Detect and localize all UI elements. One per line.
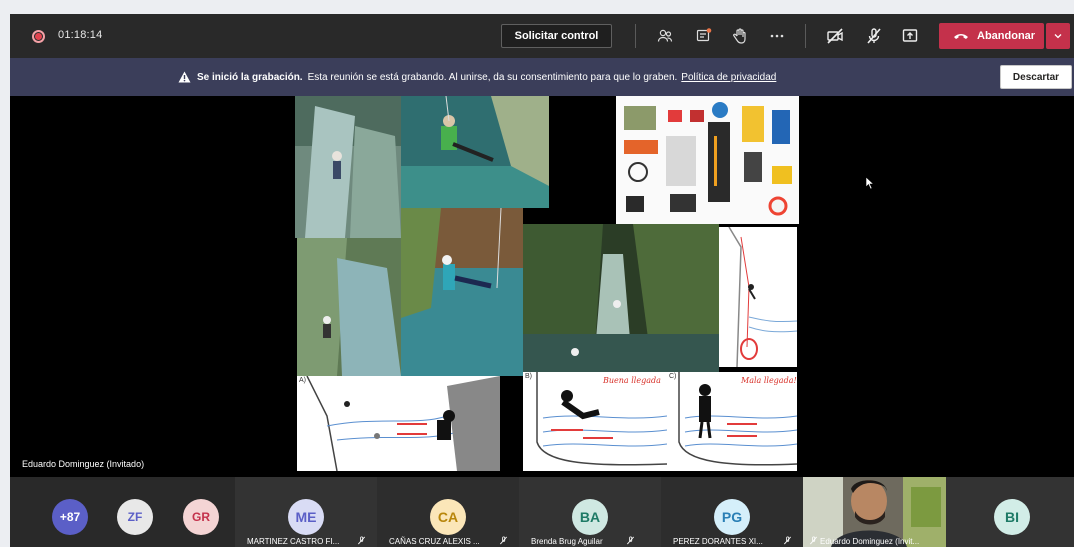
dismiss-button[interactable]: Descartar [1000, 65, 1072, 89]
camera-off-icon[interactable] [824, 25, 846, 47]
participant-tile[interactable]: PG PEREZ DORANTES XI... [661, 477, 803, 547]
raise-hand-icon[interactable] [729, 25, 751, 47]
more-icon[interactable] [766, 25, 788, 47]
participant-name: Eduardo Dominguez (Invit... [820, 537, 920, 546]
shared-screen: A) B) Buena llegada C) Mala llegada! Edu… [10, 96, 1074, 477]
participant-name: Brenda Brug Aguilar [531, 537, 603, 546]
participant-tile[interactable]: CA CAÑAS CRUZ ALEXIS ... [377, 477, 519, 547]
mic-off-icon [810, 536, 817, 545]
participant-avatar: CA [430, 499, 466, 535]
more-participants-button[interactable]: +87 [52, 499, 88, 535]
participant-tile[interactable]: ME MARTINEZ CASTRO FI... [235, 477, 377, 547]
participant-avatar[interactable]: GR [183, 499, 219, 535]
rappel-photo-2 [401, 96, 549, 208]
participant-name: CAÑAS CRUZ ALEXIS ... [389, 537, 480, 546]
rappel-photo-1 [295, 96, 401, 238]
canyon-diagram-a: A) [297, 376, 500, 471]
meeting-timer: 01:18:14 [58, 29, 103, 41]
privacy-policy-link[interactable]: Política de privacidad [681, 72, 776, 83]
toolbar-divider [635, 24, 636, 48]
leave-label: Abandonar [977, 30, 1036, 42]
canyon-diagram-b: B) Buena llegada [523, 372, 667, 471]
toolbar-divider [805, 24, 806, 48]
good-landing-label: Buena llegada [603, 376, 661, 385]
share-icon[interactable] [899, 25, 921, 47]
rappel-photo-3 [297, 238, 401, 376]
request-control-button[interactable]: Solicitar control [501, 24, 612, 48]
diagram-label-c: C) [669, 373, 677, 380]
diagram-label-a: A) [299, 377, 306, 384]
participant-avatar: BI [994, 499, 1030, 535]
mic-off-icon [627, 536, 634, 545]
canyon-diagram-c: C) Mala llegada! [667, 372, 797, 471]
participant-tile[interactable]: BI [946, 477, 1074, 547]
hangup-icon [954, 34, 968, 39]
leave-options-button[interactable] [1046, 23, 1070, 49]
participant-name: MARTINEZ CASTRO FI... [247, 537, 340, 546]
warning-icon [178, 71, 191, 83]
mic-off-icon [784, 536, 791, 545]
mic-off-icon [358, 536, 365, 545]
mic-off-icon[interactable] [863, 25, 885, 47]
participant-tile[interactable]: BA Brenda Brug Aguilar [519, 477, 661, 547]
mic-off-icon [500, 536, 507, 545]
participant-name: PEREZ DORANTES XI... [673, 537, 763, 546]
recording-notice: Se inició la grabación. Esta reunión se … [178, 71, 776, 83]
participant-video-tile[interactable]: Eduardo Dominguez (Invit... [803, 477, 946, 547]
participant-avatar: PG [714, 499, 750, 535]
equipment-chart [616, 96, 799, 224]
participants-strip: +87 ZF GR ME MARTINEZ CASTRO FI... CA CA… [10, 477, 1074, 547]
chat-icon[interactable] [693, 25, 715, 47]
bad-landing-label: Mala llegada! [741, 376, 797, 385]
recording-message: Esta reunión se está grabando. Al unirse… [307, 71, 678, 83]
teams-meeting-window: 01:18:14 Solicitar control Abandonar Se … [10, 14, 1074, 547]
diagram-label-b: B) [525, 373, 532, 380]
participant-avatar: ME [288, 499, 324, 535]
leave-button[interactable]: Abandonar [939, 23, 1044, 49]
presenter-name: Eduardo Dominguez (Invitado) [22, 459, 145, 469]
participant-avatar[interactable]: ZF [117, 499, 153, 535]
recording-banner: Se inició la grabación. Esta reunión se … [10, 58, 1074, 96]
participants-icon[interactable] [654, 25, 676, 47]
waterfall-photo [523, 224, 719, 376]
rappel-diagram-vertical [719, 227, 797, 367]
chevron-down-icon [1054, 34, 1062, 39]
meeting-toolbar: 01:18:14 Solicitar control Abandonar [10, 14, 1074, 58]
recording-icon [32, 30, 45, 43]
recording-title: Se inició la grabación. [197, 71, 303, 83]
mouse-cursor-icon [865, 176, 875, 190]
rappel-photo-4 [401, 208, 523, 376]
participant-avatar: BA [572, 499, 608, 535]
